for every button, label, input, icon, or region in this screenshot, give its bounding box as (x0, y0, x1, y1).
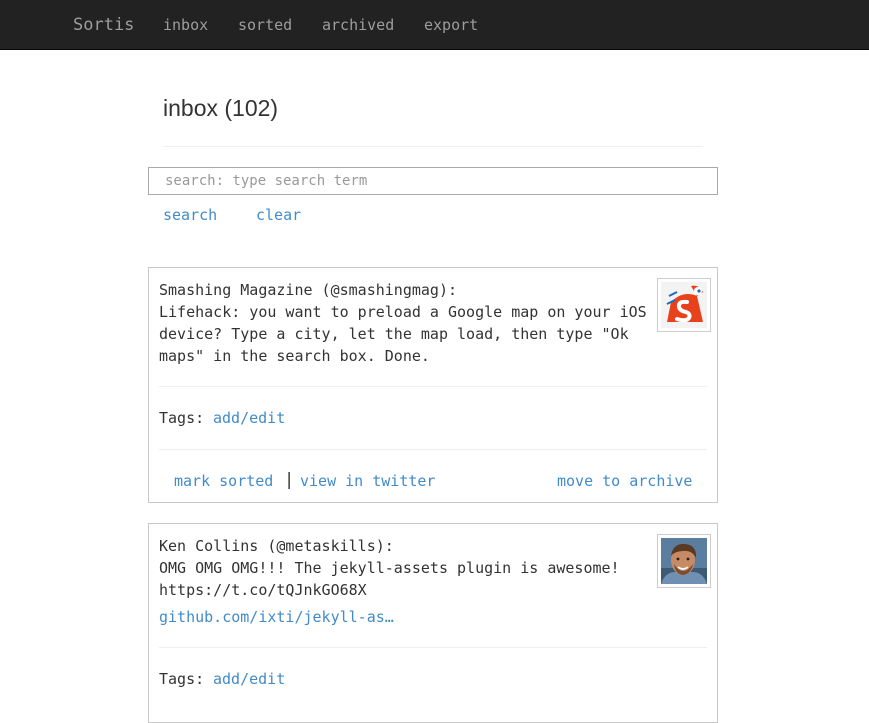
card-divider (159, 647, 707, 648)
user-photo-icon (661, 538, 707, 584)
card-divider (159, 449, 707, 450)
tags-edit-link[interactable]: add/edit (213, 409, 285, 427)
tweet-card: Smashing Magazine (@smashingmag): Lifeha… (148, 267, 718, 503)
tags-label: Tags: (159, 670, 205, 688)
nav-sorted[interactable]: sorted (238, 0, 292, 50)
title-divider (163, 146, 703, 147)
tweet-text: OMG OMG OMG!!! The jekyll-assets plugin … (159, 559, 620, 599)
tweet-author: Smashing Magazine (@smashingmag): (159, 281, 458, 299)
nav-export[interactable]: export (424, 0, 478, 50)
tweet-url-link[interactable]: github.com/ixti/jekyll-as… (159, 608, 394, 626)
tags-edit-link[interactable]: add/edit (213, 670, 285, 688)
avatar[interactable] (657, 278, 711, 332)
smashing-magazine-logo-icon (661, 282, 707, 328)
action-separator: | (284, 470, 295, 490)
page-title: inbox (102) (163, 95, 279, 121)
top-navbar: Sortis inbox sorted archived export (0, 0, 869, 50)
clear-button[interactable]: clear (256, 206, 301, 224)
avatar[interactable] (657, 534, 711, 588)
tweet-text: Lifehack: you want to preload a Google m… (159, 303, 647, 365)
tweet-author: Ken Collins (@metaskills): (159, 537, 394, 555)
tags-label: Tags: (159, 409, 205, 427)
brand-link[interactable]: Sortis (73, 0, 134, 50)
move-to-archive-link[interactable]: move to archive (557, 472, 692, 490)
tweet-card: Ken Collins (@metaskills): OMG OMG OMG!!… (148, 523, 718, 723)
nav-archived[interactable]: archived (322, 0, 394, 50)
view-in-twitter-link[interactable]: view in twitter (300, 472, 435, 490)
mark-sorted-link[interactable]: mark sorted (174, 472, 273, 490)
card-divider (159, 386, 707, 387)
nav-inbox[interactable]: inbox (163, 0, 208, 50)
search-input[interactable] (148, 167, 718, 195)
search-button[interactable]: search (163, 206, 217, 224)
